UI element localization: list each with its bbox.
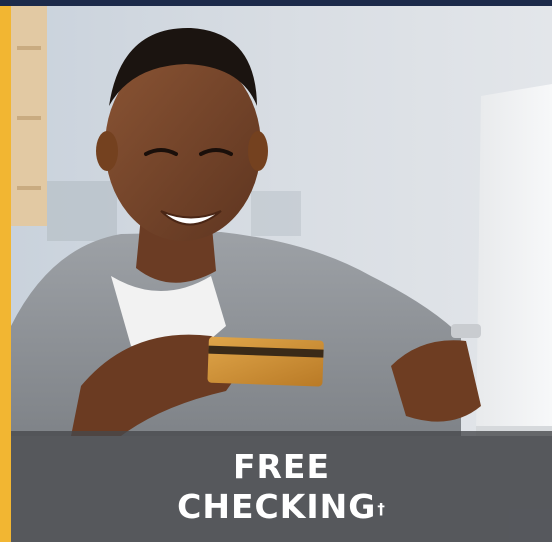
footnote-mark: † bbox=[377, 500, 386, 518]
left-accent-stripe bbox=[0, 6, 11, 542]
headline-line-2-text: CHECKING bbox=[177, 487, 377, 526]
headline-line-2: CHECKING† bbox=[11, 487, 552, 527]
promo-headline[interactable]: FREE CHECKING† bbox=[11, 447, 552, 527]
promo-card[interactable]: FREE CHECKING† bbox=[0, 0, 552, 542]
headline-line-1: FREE bbox=[232, 447, 331, 486]
